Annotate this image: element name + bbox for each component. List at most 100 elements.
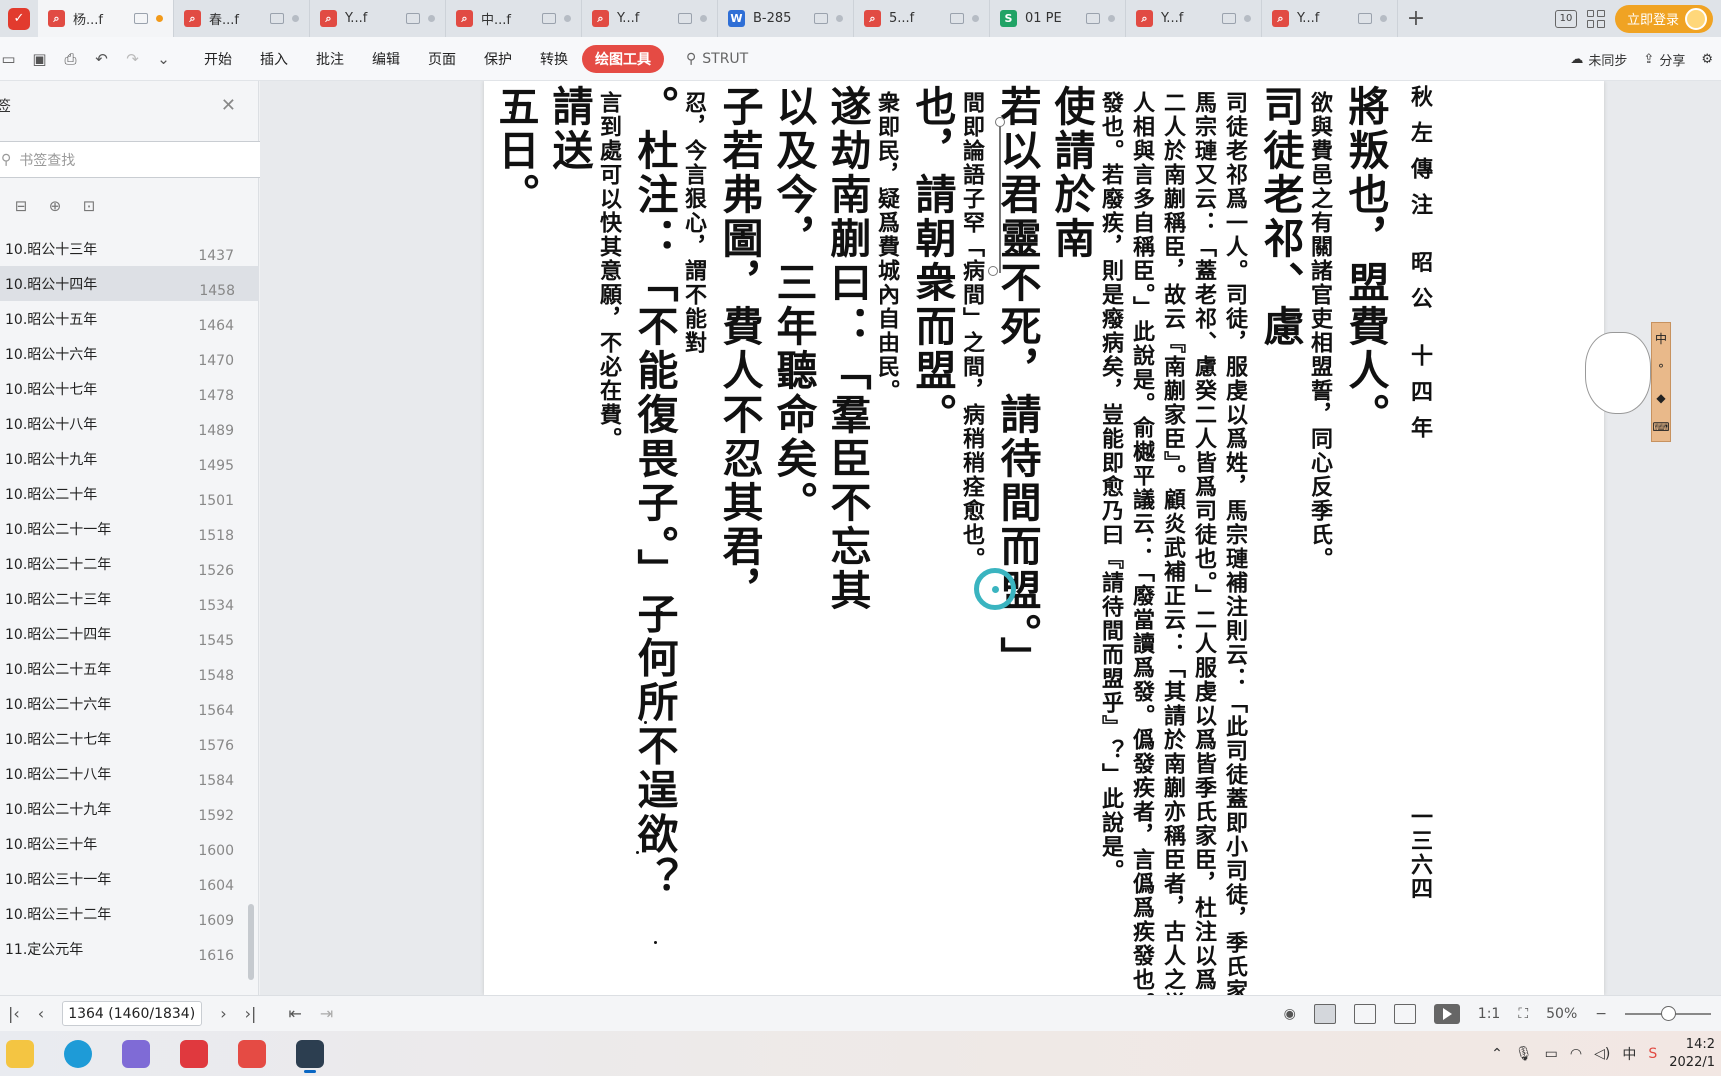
bookmark-item[interactable]: 10.昭公二十九年 1592 <box>0 791 258 826</box>
actual-size-icon[interactable]: 1:1 <box>1478 1006 1501 1022</box>
monitor-icon[interactable] <box>678 13 692 24</box>
zoom-level[interactable]: 50% <box>1546 1006 1577 1022</box>
screen-app-icon[interactable] <box>290 1034 330 1074</box>
last-page-icon[interactable]: ›| <box>245 1004 257 1023</box>
mic-icon[interactable]: 🎙 <box>1515 1046 1533 1062</box>
tab-0[interactable]: ⌕ 杨...f <box>38 0 174 37</box>
tab-status-dot[interactable] <box>564 15 571 22</box>
ink-stroke[interactable] <box>999 123 1001 273</box>
grid-view-icon[interactable] <box>1586 9 1605 28</box>
bookmark-item[interactable]: 10.昭公十八年 1489 <box>0 406 258 441</box>
input-method-bar[interactable]: 中 ° ◆ ⌨ <box>1651 322 1671 442</box>
input-lang[interactable]: 中 <box>1622 1044 1636 1064</box>
tab-6[interactable]: ⌕ 5...f <box>854 0 990 37</box>
bookmark-scrollbar[interactable] <box>248 904 254 980</box>
floating-assistant-widget[interactable]: 中 ° ◆ ⌨ <box>1585 318 1671 442</box>
toolbar-search[interactable]: ⚲ STRUT <box>686 51 748 67</box>
wps-icon[interactable] <box>232 1034 272 1074</box>
ink-handle-top[interactable] <box>995 117 1005 127</box>
tab-status-dot[interactable] <box>292 15 299 22</box>
tab-status-dot[interactable] <box>428 15 435 22</box>
bookmark-item[interactable]: 10.昭公十三年 1437 <box>0 231 258 266</box>
dual-page-view-icon[interactable] <box>1393 1004 1416 1024</box>
zoom-slider[interactable] <box>1625 1006 1711 1021</box>
menu-item-3[interactable]: 编辑 <box>358 45 414 73</box>
add-bookmark-icon[interactable]: ⊕ <box>46 197 64 215</box>
play-icon[interactable] <box>1433 1004 1460 1024</box>
continuous-view-icon[interactable] <box>1353 1004 1376 1024</box>
menu-item-6[interactable]: 转换 <box>526 45 582 73</box>
save-icon[interactable]: ▣ <box>31 50 48 68</box>
bookmark-item[interactable]: 10.昭公十九年 1495 <box>0 441 258 476</box>
bookmark-item[interactable]: 10.昭公十四年 1458 <box>0 266 259 301</box>
monitor-icon[interactable] <box>1086 13 1100 24</box>
monitor-icon[interactable] <box>1222 13 1236 24</box>
tab-status-dot[interactable] <box>1244 15 1251 22</box>
ime-glyph[interactable]: ° <box>1658 362 1664 376</box>
menu-item-4[interactable]: 页面 <box>414 45 470 73</box>
wifi-icon[interactable]: ◠ <box>1570 1046 1582 1062</box>
wps-tray-icon[interactable]: S <box>1648 1046 1657 1062</box>
undo-icon[interactable]: ↶ <box>93 50 110 68</box>
monitor-icon[interactable] <box>950 13 964 24</box>
menu-item-2[interactable]: 批注 <box>302 45 358 73</box>
tab-3[interactable]: ⌕ 中...f <box>446 0 582 37</box>
prev-page-icon[interactable]: ‹ <box>38 1004 44 1023</box>
battery-icon[interactable]: ▭ <box>1545 1046 1558 1062</box>
bookmark-item[interactable]: 10.昭公三十年 1600 <box>0 826 258 861</box>
ime-glyph[interactable]: 中 <box>1655 330 1667 347</box>
tab-2[interactable]: ⌕ Y...f <box>310 0 446 37</box>
tab-status-dot[interactable] <box>700 15 707 22</box>
chevron-up-icon[interactable]: ⌃ <box>1491 1046 1503 1062</box>
first-page-icon[interactable]: |‹ <box>8 1004 20 1023</box>
collapse-all-icon[interactable]: ⊟ <box>12 197 30 215</box>
monitor-icon[interactable] <box>814 13 828 24</box>
tab-5[interactable]: W B-285 <box>718 0 854 37</box>
bookmark-item[interactable]: 10.昭公十七年 1478 <box>0 371 258 406</box>
xmind-icon[interactable] <box>174 1034 214 1074</box>
ime-glyph[interactable]: ⌨ <box>1652 420 1669 434</box>
next-page-icon[interactable]: › <box>220 1004 226 1023</box>
tab-1[interactable]: ⌕ 春...f <box>174 0 310 37</box>
window-count-icon[interactable]: 10 <box>1554 9 1577 28</box>
bookmark-item[interactable]: 11.定公元年 1616 <box>0 931 258 966</box>
menu-item-1[interactable]: 插入 <box>246 45 302 73</box>
monitor-icon[interactable] <box>542 13 556 24</box>
more-dropdown-icon[interactable]: ⌄ <box>155 50 172 68</box>
volume-icon[interactable]: ◁) <box>1594 1046 1610 1062</box>
new-tab-button[interactable]: + <box>1398 0 1434 37</box>
zoom-slider-knob[interactable] <box>1661 1006 1676 1021</box>
monitor-icon[interactable] <box>406 13 420 24</box>
file-explorer-icon[interactable] <box>0 1034 40 1074</box>
forward-icon[interactable]: ⇥ <box>320 1004 333 1023</box>
tab-status-dot[interactable] <box>1380 15 1387 22</box>
bookmark-item[interactable]: 10.昭公二十八年 1584 <box>0 756 258 791</box>
close-icon[interactable]: ✕ <box>221 95 236 116</box>
open-folder-icon[interactable]: ▭ <box>0 50 17 68</box>
edge-icon[interactable] <box>58 1034 98 1074</box>
bookmark-item[interactable]: 10.昭公二十年 1501 <box>0 476 258 511</box>
bookmark-item[interactable]: 10.昭公十六年 1470 <box>0 336 258 371</box>
tab-status-dot[interactable] <box>972 15 979 22</box>
ime-glyph[interactable]: ◆ <box>1656 391 1665 405</box>
menu-item-7[interactable]: 绘图工具 <box>582 44 664 73</box>
zoom-out-icon[interactable]: − <box>1595 1006 1607 1022</box>
tab-9[interactable]: ⌕ Y...f <box>1262 0 1398 37</box>
bookmark-item[interactable]: 10.昭公二十六年 1564 <box>0 686 258 721</box>
login-button[interactable]: 立即登录 <box>1614 4 1713 33</box>
settings-button[interactable]: ⚙ <box>1701 52 1713 67</box>
redo-icon[interactable]: ↷ <box>124 50 141 68</box>
app-logo[interactable]: ✓ <box>0 0 38 37</box>
bookmark-item[interactable]: 10.昭公三十一年 1604 <box>0 861 258 896</box>
ink-handle-bottom[interactable] <box>988 266 998 276</box>
bookmark-item[interactable]: 10.昭公三十二年 1609 <box>0 896 258 931</box>
tab-status-dot[interactable] <box>156 15 163 22</box>
tab-4[interactable]: ⌕ Y...f <box>582 0 718 37</box>
print-icon[interactable]: ⎙ <box>62 50 79 68</box>
menu-item-0[interactable]: 开始 <box>190 45 246 73</box>
tab-status-dot[interactable] <box>836 15 843 22</box>
clock[interactable]: 14:2 2022/1 <box>1669 1036 1715 1072</box>
bookmark-item[interactable]: 10.昭公二十七年 1576 <box>0 721 258 756</box>
eye-icon[interactable]: ◉ <box>1284 1006 1296 1022</box>
bookmark-icon[interactable]: ⊡ <box>80 197 98 215</box>
